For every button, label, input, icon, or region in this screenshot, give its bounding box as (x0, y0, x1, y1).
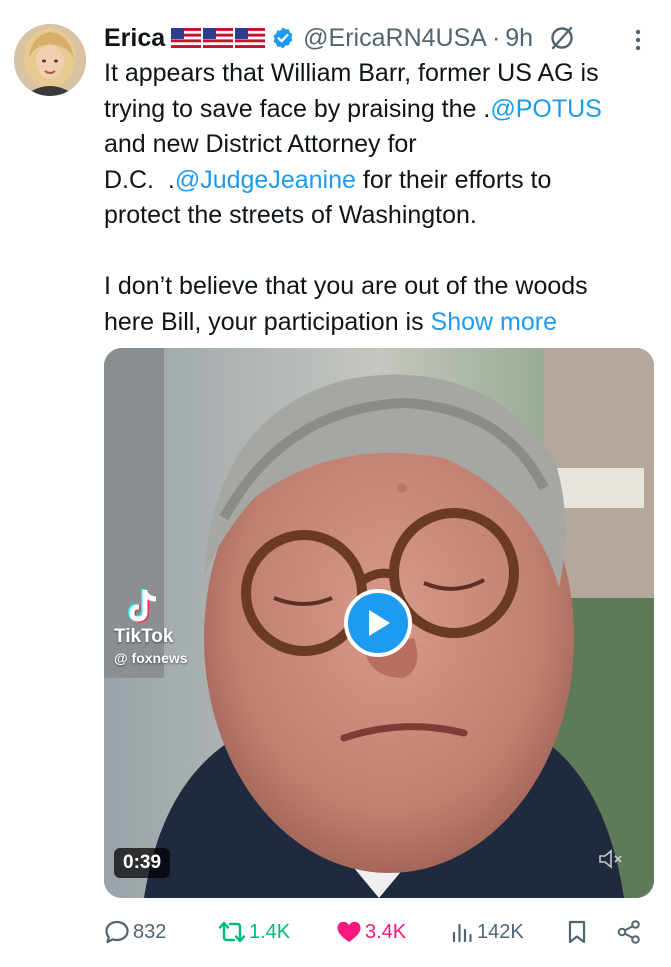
muted-speaker-icon[interactable] (598, 848, 624, 870)
repost-count: 1.4K (249, 920, 291, 943)
author-handle[interactable]: @EricaRN4USA (303, 24, 487, 53)
views-count: 142K (477, 920, 524, 943)
heart-filled-icon (337, 921, 361, 942)
text-segment: for their efforts to (355, 165, 552, 194)
avatar[interactable] (14, 24, 86, 96)
reply-icon (105, 920, 129, 944)
text-segment: protect the streets of Washington. (104, 201, 477, 229)
show-more-link[interactable]: Show more (431, 308, 557, 336)
flag-emojis (171, 28, 266, 48)
video-player[interactable]: TikTok @ foxnews 0:39 (104, 348, 654, 898)
share-button[interactable] (616, 912, 642, 952)
us-flag-icon (235, 28, 266, 48)
like-button[interactable]: 3.4K (336, 912, 406, 952)
text-segment: here Bill, your participation is (104, 307, 431, 336)
us-flag-icon (203, 28, 234, 48)
us-flag-icon (171, 28, 202, 48)
views-button[interactable]: 142K (450, 912, 524, 952)
video-duration: 0:39 (114, 848, 171, 878)
tiktok-brand: TikTok (114, 626, 174, 647)
verified-badge-icon (273, 27, 293, 49)
play-button[interactable] (344, 589, 412, 657)
tweet[interactable]: Erica @EricaRN4USA · 9h It appears that … (0, 0, 671, 967)
post-text-line: protect the streets of Washington. (104, 198, 652, 234)
action-bar: 832 1.4K 3.4K 142K (104, 912, 652, 952)
reply-button[interactable]: 832 (104, 912, 166, 952)
reply-count: 832 (133, 920, 167, 943)
analytics-icon (452, 923, 472, 943)
repost-icon (218, 921, 246, 943)
mention-judgejeanine[interactable]: @JudgeJeanine (175, 166, 356, 194)
grok-icon[interactable] (549, 25, 575, 51)
tiktok-watermark: TikTok @ foxnews (114, 588, 188, 666)
tiktok-username: @ foxnews (114, 650, 188, 666)
author-name[interactable]: Erica (104, 24, 165, 53)
post-text-line: here Bill, your participation is Show mo… (104, 305, 652, 341)
share-icon (617, 920, 640, 944)
post-text: It appears that William Barr, former US … (104, 56, 652, 340)
post-text-line: It appears that William Barr, former US … (104, 56, 652, 92)
text-segment: It appears that William Barr, former US … (104, 59, 599, 87)
post-text-line: and new District Attorney for (104, 127, 652, 163)
text-segment: trying to save face by praising the . (104, 94, 491, 123)
repost-button[interactable]: 1.4K (218, 912, 290, 952)
tweet-header: Erica @EricaRN4USA · 9h (104, 20, 575, 56)
post-text-line: trying to save face by praising the .@PO… (104, 92, 652, 128)
post-text-line: I don’t believe that you are out of the … (104, 269, 652, 305)
text-segment: I don’t believe that you are out of the … (104, 272, 588, 300)
separator-dot: · (491, 23, 501, 52)
play-icon (369, 610, 390, 636)
more-options-icon[interactable] (628, 26, 648, 54)
post-text-line: D.C. .@JudgeJeanine for their efforts to (104, 163, 652, 199)
mention-potus[interactable]: @POTUS (490, 95, 602, 123)
tiktok-logo-icon (127, 589, 157, 623)
like-count: 3.4K (365, 920, 407, 943)
post-time[interactable]: 9h (505, 24, 533, 53)
text-segment: D.C. . (104, 165, 175, 194)
bookmark-icon (568, 920, 586, 944)
bookmark-button[interactable] (566, 912, 588, 952)
text-segment: and new District Attorney for (104, 130, 417, 158)
